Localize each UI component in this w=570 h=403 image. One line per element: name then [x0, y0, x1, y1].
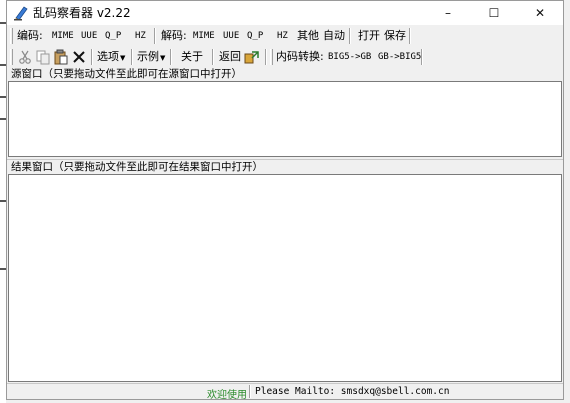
toolbar-separator — [349, 28, 351, 44]
options-dropdown[interactable]: 选项▼ — [97, 48, 125, 66]
toolbar-separator — [212, 49, 214, 65]
toolbar-grip[interactable] — [10, 28, 13, 44]
encode-mime-button[interactable]: MIME — [52, 27, 74, 45]
status-bar: 欢迎使用 Please Mailto: smsdxq@sbell.com.cn — [7, 383, 563, 401]
decode-uue-button[interactable]: UUE — [223, 27, 239, 45]
encode-label: 编码: — [17, 29, 43, 42]
decode-other-button[interactable]: 其他 — [297, 27, 319, 45]
delete-x-icon[interactable] — [71, 49, 87, 65]
result-pane-label: 结果窗口（只要拖动文件至此即可在结果窗口中打开） — [11, 161, 263, 173]
decode-auto-button[interactable]: 自动 — [323, 27, 345, 45]
toolbar-separator — [265, 49, 267, 65]
back-arrow-icon[interactable] — [243, 49, 259, 65]
title-bar[interactable]: 乱码察看器 v2.22 – ☐ ✕ — [7, 1, 563, 25]
close-button[interactable]: ✕ — [517, 1, 563, 25]
encode-hz-button[interactable]: HZ — [135, 27, 146, 45]
app-window: 乱码察看器 v2.22 – ☐ ✕ 编码: MIME UUE Q_P HZ 解码… — [6, 0, 564, 401]
toolbar-separator — [131, 49, 133, 65]
open-button[interactable]: 打开 — [358, 27, 380, 45]
toolbar-separator — [409, 28, 411, 44]
decode-qp-button[interactable]: Q_P — [247, 27, 263, 45]
toolbar-grip[interactable] — [270, 49, 273, 65]
status-mailto: Please Mailto: smsdxq@sbell.com.cn — [255, 386, 450, 397]
about-button[interactable]: 关于 — [181, 48, 203, 66]
save-button[interactable]: 保存 — [384, 27, 406, 45]
scissors-icon[interactable] — [17, 49, 33, 65]
result-textarea[interactable] — [8, 174, 562, 382]
window-title: 乱码察看器 v2.22 — [33, 6, 131, 20]
paste-icon[interactable] — [53, 49, 69, 65]
source-textarea[interactable] — [8, 81, 562, 157]
source-pane-label: 源窗口（只要拖动文件至此即可在源窗口中打开） — [11, 68, 242, 80]
toolbar-separator — [91, 49, 93, 65]
maximize-button[interactable]: ☐ — [471, 1, 517, 25]
status-welcome: 欢迎使用 — [207, 390, 247, 401]
app-icon — [14, 6, 28, 21]
toolbar-edit-convert: 选项▼ 示例▼ 关于 返回 内码转换: BIG5->GB GB->BIG5 — [7, 47, 563, 67]
toolbar-separator — [154, 28, 156, 44]
toolbar-separator — [170, 49, 172, 65]
big5-to-gb-button[interactable]: BIG5->GB — [328, 48, 371, 66]
options-label: 选项 — [97, 50, 119, 63]
status-separator — [249, 385, 251, 398]
decode-label: 解码: — [161, 29, 187, 42]
decode-hz-button[interactable]: HZ — [277, 27, 288, 45]
decode-mime-button[interactable]: MIME — [193, 27, 215, 45]
toolbar-separator — [421, 49, 423, 65]
back-button[interactable]: 返回 — [219, 48, 241, 66]
minimize-button[interactable]: – — [425, 1, 471, 25]
chevron-down-icon: ▼ — [120, 54, 126, 62]
examples-dropdown[interactable]: 示例▼ — [137, 48, 165, 66]
copy-icon[interactable] — [35, 49, 51, 65]
encode-qp-button[interactable]: Q_P — [105, 27, 121, 45]
gb-to-big5-button[interactable]: GB->BIG5 — [378, 48, 421, 66]
toolbar-grip[interactable] — [10, 49, 13, 65]
toolbar-encode-decode: 编码: MIME UUE Q_P HZ 解码: MIME UUE Q_P HZ … — [7, 26, 563, 46]
convert-label: 内码转换: — [276, 50, 324, 63]
encode-uue-button[interactable]: UUE — [81, 27, 97, 45]
chevron-down-icon: ▼ — [160, 54, 166, 62]
examples-label: 示例 — [137, 50, 159, 63]
